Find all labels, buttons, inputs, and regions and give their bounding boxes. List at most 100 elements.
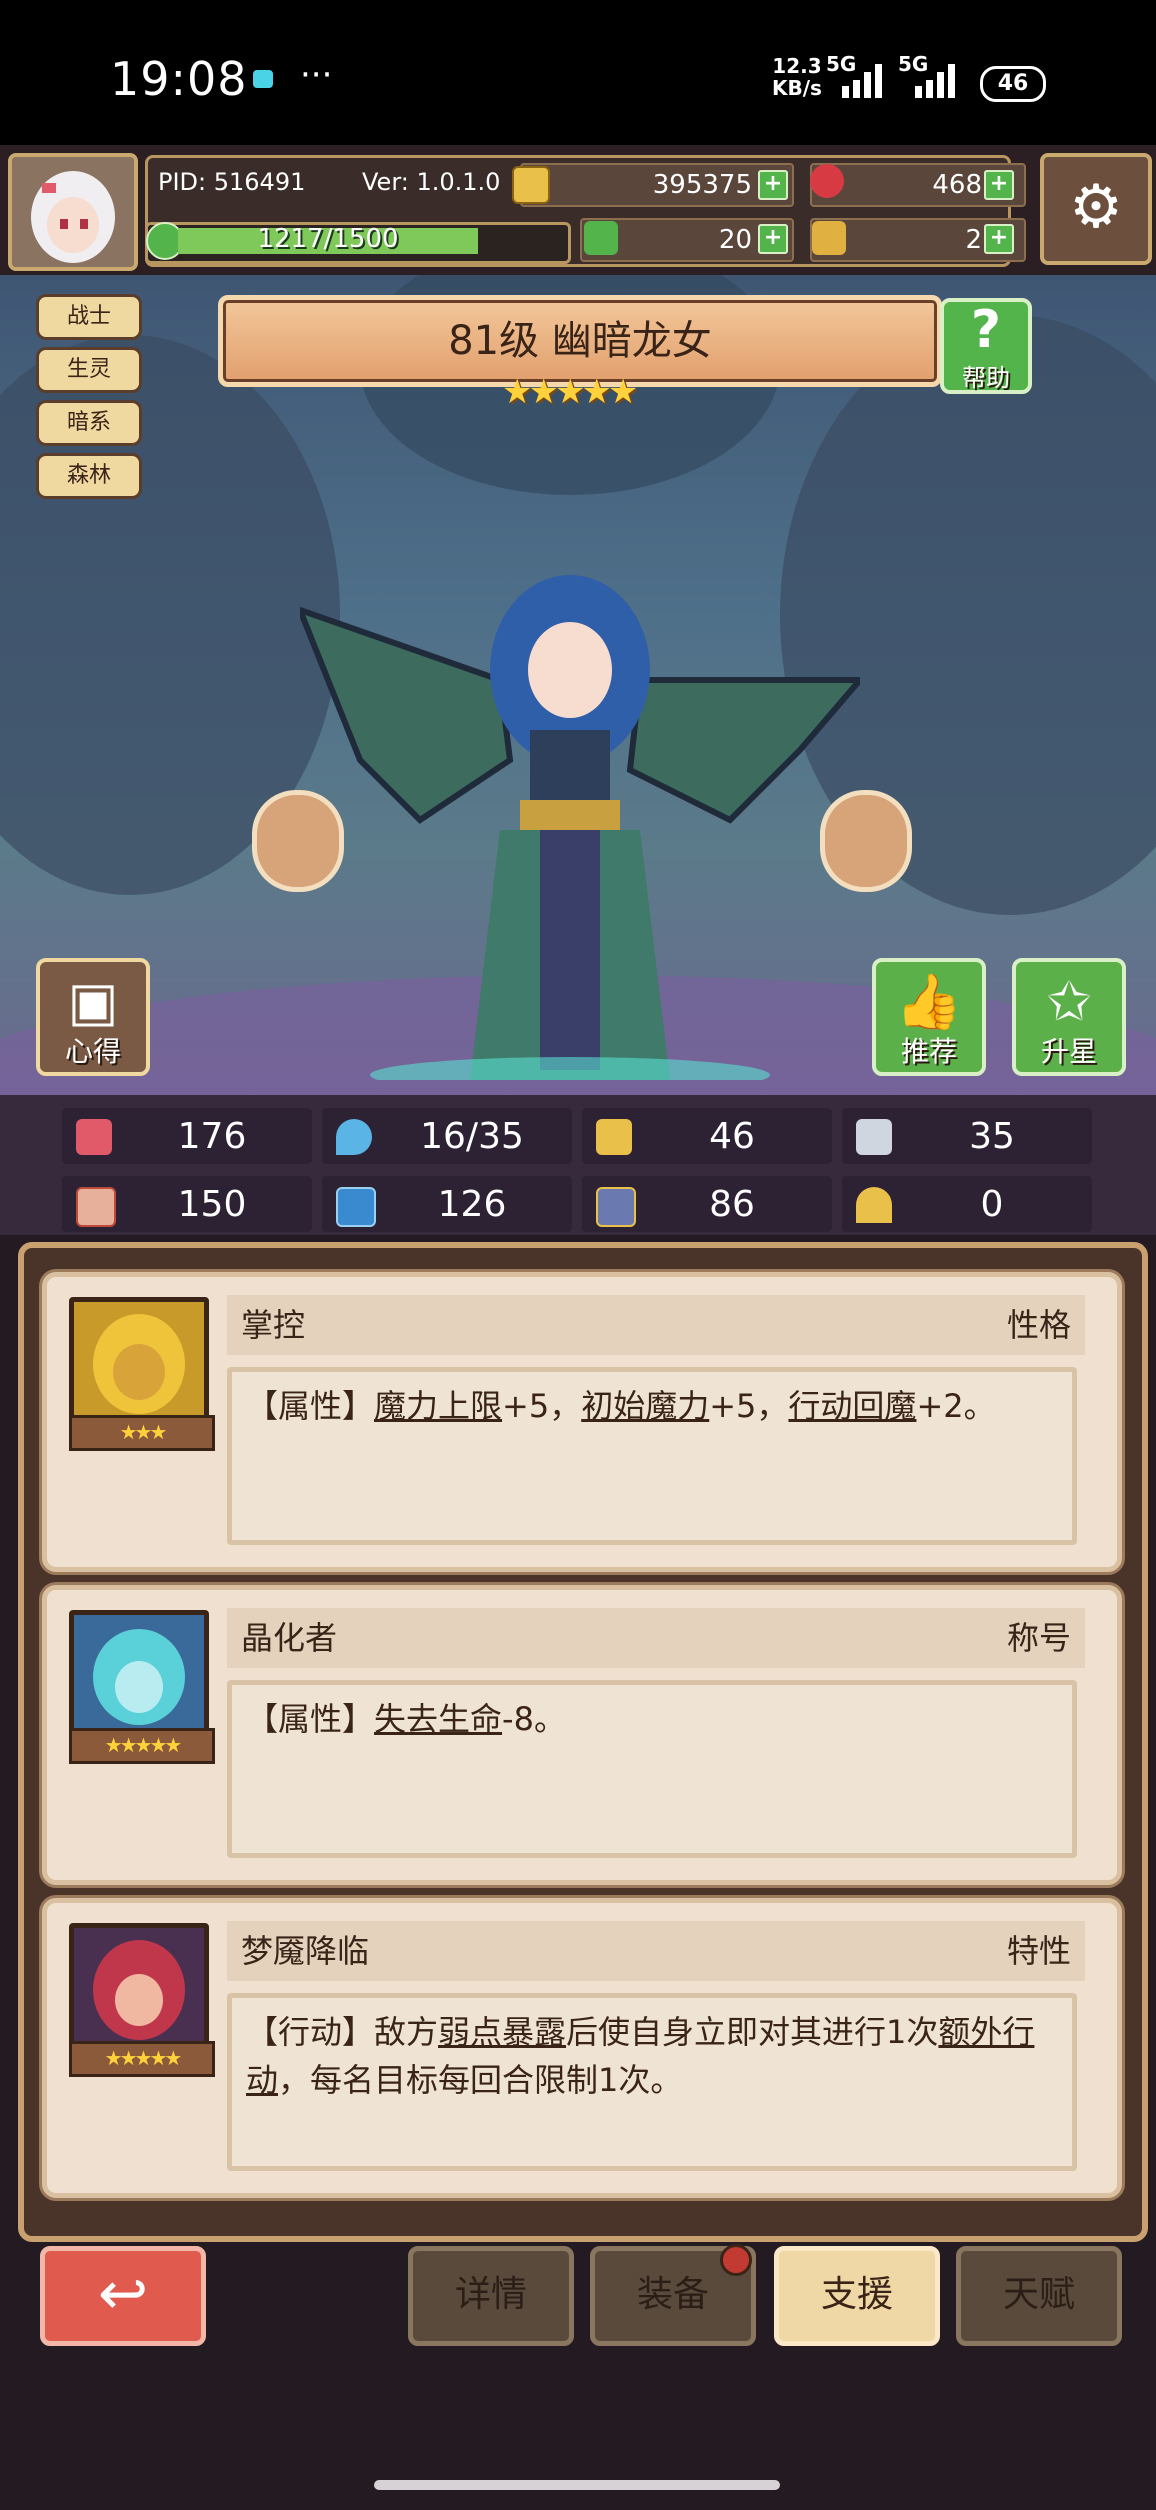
clover-value: 20 [718,225,752,255]
trait-header: 梦魇降临 特性 [227,1921,1085,1981]
ruby-icon [810,164,844,198]
mana-drop-icon [336,1119,372,1155]
add-gold-button[interactable]: + [758,170,788,200]
trait-description: 【属性】魔力上限+5，初始魔力+5，行动回魔+2。 [227,1367,1077,1545]
key-value: 2 [965,225,982,255]
key-icon [812,221,846,255]
trait-portrait [69,1297,209,1425]
desc-text: 后使自身立即对其进行1次 [566,2013,939,2051]
trait-card-title[interactable]: ★★★★★ 晶化者 称号 【属性】失去生命-8。 [42,1585,1122,1885]
trait-name: 梦魇降临 [241,1932,370,1970]
add-gem-button[interactable]: + [984,170,1014,200]
keyword-link[interactable]: 魔力上限 [374,1387,502,1425]
add-key-button[interactable]: + [984,224,1014,254]
trait-type: 特性 [1006,1932,1071,1970]
spellbook-icon [336,1187,376,1227]
stat-defense-value: 46 [709,1116,755,1157]
desc-text: 【属性】 [246,1387,375,1425]
tag-element[interactable]: 暗系 [36,400,142,446]
back-button[interactable]: ↩ [40,2246,206,2346]
stat-speed: 35 [842,1108,1092,1164]
trait-portrait [69,1923,209,2051]
stat-speed-value: 35 [969,1116,1015,1157]
player-id: PID: 516491 [158,168,306,196]
desc-text: +5， [709,1387,789,1425]
tag-race[interactable]: 生灵 [36,347,142,393]
gold-counter: 395375 [520,163,794,207]
notes-label: 心得 [64,1035,121,1068]
notes-button[interactable]: ▣ 心得 [36,958,150,1076]
help-label: 帮助 [962,364,1010,392]
stat-attack: 150 [62,1176,312,1232]
settings-gear-icon[interactable]: ⚙ [1040,153,1152,265]
stat-luck-value: 0 [980,1184,1004,1225]
rank-icon [596,1187,636,1227]
nightmare-hero-portrait-icon [74,1928,204,2046]
trait-type: 性格 [1006,1306,1071,1344]
stat-defense: 46 [582,1108,832,1164]
boot-icon [856,1119,892,1155]
gold-value: 395375 [652,170,752,200]
desc-text: 【行动】敌方 [246,2013,439,2051]
clock: 19:08 [110,52,248,106]
gold-coin-icon [512,166,550,204]
recommend-button[interactable]: 👍 推荐 [872,958,986,1076]
horseshoe-icon [856,1187,892,1223]
desc-text: +2。 [916,1387,996,1425]
notification-badge [720,2244,752,2276]
signal-icon-2 [915,62,965,98]
return-arrow-icon: ↩ [97,2259,149,2329]
heart-icon [76,1119,112,1155]
hero-sprite [300,575,860,1080]
keyword-link[interactable]: 失去生命 [374,1700,502,1738]
stat-mana: 16/35 [322,1108,572,1164]
star-up-label: 升星 [1040,1035,1097,1068]
stat-magic: 126 [322,1176,572,1232]
stat-rank: 86 [582,1176,832,1232]
keyword-link[interactable]: 行动回魔 [788,1387,916,1425]
trait-portrait [69,1610,209,1738]
fist-icon [76,1187,116,1227]
trait-description: 【行动】敌方弱点暴露后使自身立即对其进行1次额外行动，每名目标每回合限制1次。 [227,1993,1077,2171]
hero-star-rating: ★★★★★ [502,372,638,412]
trait-name: 掌控 [241,1306,306,1344]
desc-text: 【属性】 [246,1700,375,1738]
tab-details[interactable]: 详情 [408,2246,574,2346]
crystal-hero-portrait-icon [74,1615,204,1733]
add-clover-button[interactable]: + [758,224,788,254]
battery-icon: 46 [980,66,1046,102]
gem-value: 468 [932,170,982,200]
star-up-button[interactable]: ✩ 升星 [1012,958,1126,1076]
stat-luck: 0 [842,1176,1092,1232]
signal-icon-1 [842,62,892,98]
desc-text: ，每名目标每回合限制1次。 [278,2061,683,2099]
more-notifications-icon: ··· [300,55,333,95]
net-speed-unit: KB/s [772,76,822,100]
stat-hp-value: 176 [177,1116,247,1157]
tag-habitat[interactable]: 森林 [36,453,142,499]
help-button[interactable]: ? 帮助 [940,298,1032,394]
desc-text: +5， [502,1387,582,1425]
tab-talent[interactable]: 天赋 [956,2246,1122,2346]
clover-icon [584,221,618,255]
recommend-label: 推荐 [900,1035,957,1068]
player-avatar[interactable] [8,153,138,271]
shield-icon [596,1119,632,1155]
desc-text: -8。 [502,1700,566,1738]
stat-mana-value: 16/35 [420,1116,524,1157]
trait-stars: ★★★★★ [69,2041,215,2077]
golden-hero-portrait-icon [93,1314,185,1414]
keyword-link[interactable]: 初始魔力 [581,1387,709,1425]
trait-card-feature[interactable]: ★★★★★ 梦魇降临 特性 【行动】敌方弱点暴露后使自身立即对其进行1次额外行动… [42,1898,1122,2198]
net-speed-value: 12.3 [772,54,822,78]
trait-header: 晶化者 称号 [227,1608,1085,1668]
tag-class[interactable]: 战士 [36,294,142,340]
question-mark-icon: ? [970,300,1002,360]
home-indicator[interactable] [374,2480,780,2490]
trait-card-personality[interactable]: ★★★ 掌控 性格 【属性】魔力上限+5，初始魔力+5，行动回魔+2。 [42,1272,1122,1572]
keyword-link[interactable]: 弱点暴露 [438,2013,566,2051]
tab-support[interactable]: 支援 [774,2246,940,2346]
stat-attack-value: 150 [177,1184,247,1225]
notification-icon [253,70,273,88]
stat-magic-value: 126 [437,1184,507,1225]
